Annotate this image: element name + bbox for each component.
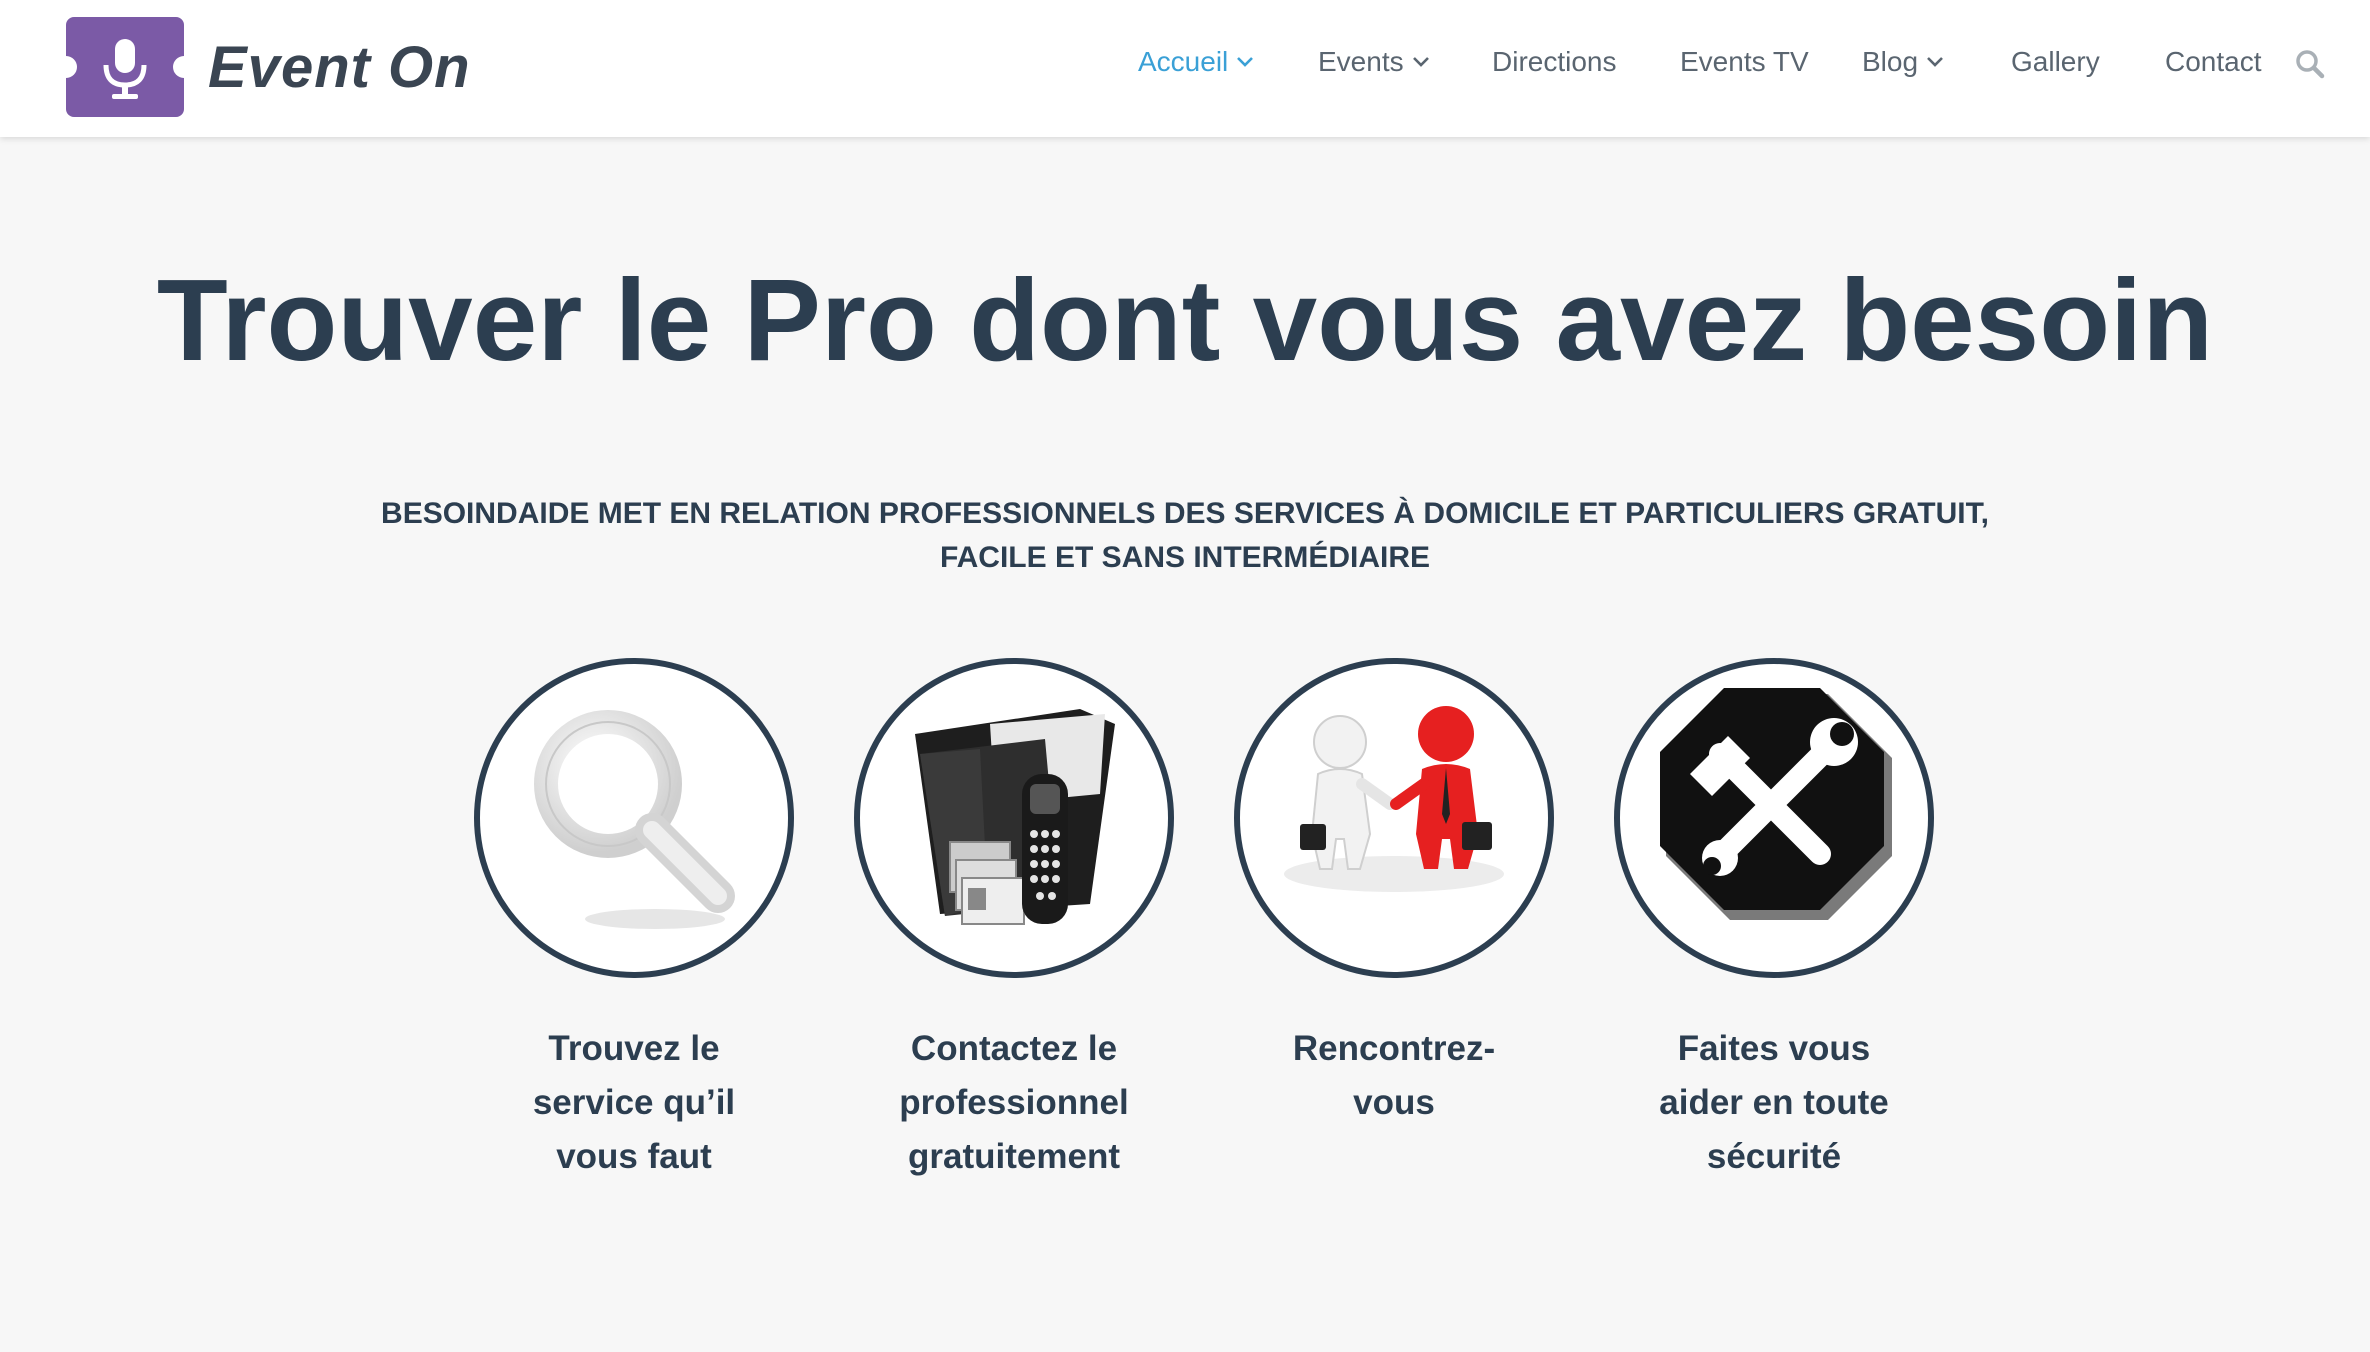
nav-item-label: Gallery xyxy=(2011,46,2100,77)
nav-item-label: Blog xyxy=(1862,46,1919,77)
site-header: Event On Accueil Events Directions Event… xyxy=(0,0,2370,137)
nav-item-label: Events TV xyxy=(1680,46,1809,77)
nav-item-gallery[interactable]: Gallery xyxy=(2011,40,2100,84)
contact-folder-phone-icon xyxy=(915,709,1115,925)
nav-item-directions[interactable]: Directions xyxy=(1492,40,1616,84)
feature-label: Contactez le professionnel gratuitement xyxy=(899,1029,1129,1176)
feature-circle xyxy=(854,658,1174,978)
feature-card: Trouvez le service qu’il vous faut xyxy=(474,658,794,1176)
feature-label: Trouvez le service qu’il vous faut xyxy=(532,1029,736,1176)
chevron-down-icon xyxy=(1926,56,1944,68)
nav-item-label: Accueil xyxy=(1138,46,1229,77)
site-logo[interactable]: Event On xyxy=(55,17,471,117)
page-title: Trouver le Pro dont vous avez besoin xyxy=(156,255,2214,385)
chevron-down-icon xyxy=(1412,56,1430,68)
nav-item-accueil[interactable]: Accueil xyxy=(1138,40,1254,84)
magnifier-icon xyxy=(534,710,735,929)
feature-card: Contactez le professionnel gratuitement xyxy=(854,658,1174,1176)
brand-name: Event On xyxy=(208,34,471,100)
nav-item-contact[interactable]: Contact xyxy=(2165,40,2262,84)
page-subtitle: BESOINDAIDE MET EN RELATION PROFESSIONNE… xyxy=(381,497,1989,574)
feature-circle xyxy=(1234,658,1554,978)
nav-item-label: Events xyxy=(1318,46,1404,77)
nav-item-blog[interactable]: Blog xyxy=(1862,40,1944,84)
microphone-icon xyxy=(55,17,195,117)
feature-circle xyxy=(474,658,794,978)
handshake-icon xyxy=(1284,706,1504,892)
nav-item-label: Directions xyxy=(1492,46,1617,77)
feature-card: Faites vous aider en toute sécurité xyxy=(1614,658,1934,1176)
chevron-down-icon xyxy=(1236,56,1254,68)
nav-item-label: Contact xyxy=(2165,46,2262,77)
feature-label: Faites vous aider en toute sécurité xyxy=(1659,1029,1889,1176)
search-icon[interactable] xyxy=(2294,48,2326,85)
nav-item-events[interactable]: Events xyxy=(1318,40,1430,84)
tools-icon xyxy=(1660,688,1892,920)
feature-label: Rencontrez-vous xyxy=(1292,1029,1496,1122)
feature-card: Rencontrez-vous xyxy=(1234,658,1554,1122)
nav-item-events-tv[interactable]: Events TV xyxy=(1680,40,1809,84)
feature-circle xyxy=(1614,658,1934,978)
